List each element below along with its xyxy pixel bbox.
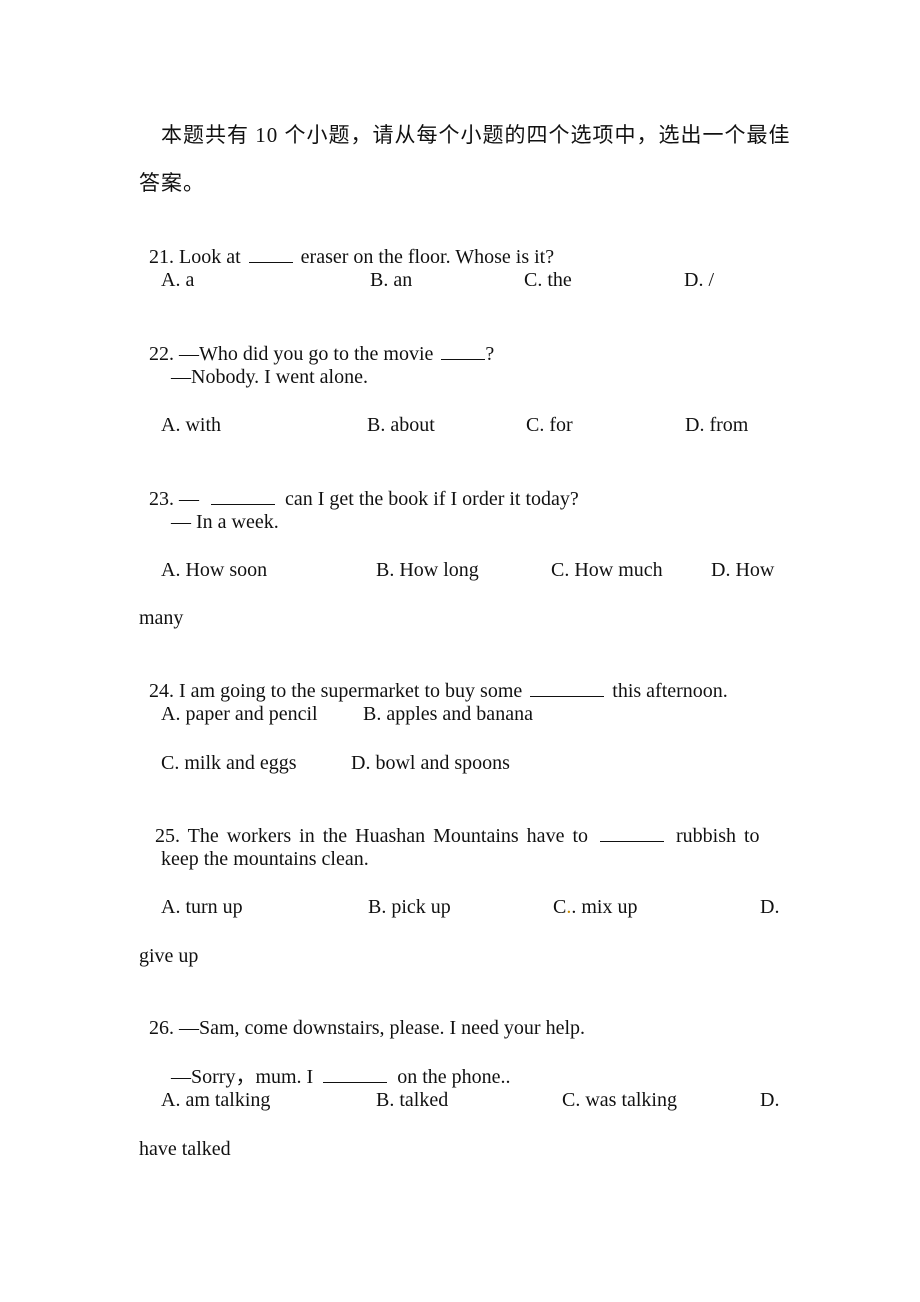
option-c: C.. mix up — [553, 895, 637, 919]
option-c: C. for — [526, 414, 573, 436]
answer-blank — [248, 244, 293, 263]
option-c: C. How much — [551, 559, 663, 581]
question-24-stem: 24. I am going to the supermarket to buy… — [139, 654, 728, 703]
option-a: A. paper and pencil — [161, 703, 318, 725]
option-c: C. was talking — [562, 1089, 677, 1111]
option-d: D. from — [685, 414, 749, 436]
instructions-line-1: 本题共有 10 个小题，请从每个小题的四个选项中，选出一个最佳 — [161, 123, 791, 147]
question-26-stem: 26. —Sam, come downstairs, please. I nee… — [139, 992, 585, 1040]
stem-text: eraser on the floor. Whose is it? — [300, 246, 555, 268]
question-22-reply: —Nobody. I went alone. — [171, 366, 368, 388]
question-25-stem-continued: keep the mountains clean. — [161, 848, 369, 870]
stem-text: —Sam, come downstairs, please. I need yo… — [179, 1017, 586, 1039]
question-number: 23. — [149, 488, 174, 510]
question-number: 24. — [149, 680, 174, 702]
answer-blank — [441, 341, 486, 360]
answer-blank — [323, 1064, 388, 1083]
option-a: A. with — [161, 414, 221, 436]
stem-text: can I get the book if I order it today? — [285, 488, 579, 510]
question-22-stem: 22. —Who did you go to the movie? — [139, 317, 494, 366]
option-text: . mix up — [571, 896, 638, 918]
option-b: B. an — [370, 269, 413, 291]
answer-blank — [211, 486, 275, 505]
option-d: D. — [760, 896, 780, 918]
option-d-continued: many — [139, 607, 184, 629]
question-23-stem: 23. — can I get the book if I order it to… — [139, 462, 579, 511]
question-21-stem: 21. Look at eraser on the floor. Whose is… — [139, 220, 554, 269]
option-d: D. bowl and spoons — [351, 752, 510, 774]
option-b: B. about — [367, 414, 435, 436]
answer-blank — [600, 823, 664, 842]
question-25-stem: 25. The workers in the Huashan Mountains… — [139, 799, 760, 848]
stem-text: Look at — [179, 246, 241, 268]
option-d: D. — [760, 1089, 780, 1111]
option-c: C. milk and eggs — [161, 752, 297, 774]
option-c: C. the — [524, 269, 572, 291]
question-number: 25. — [155, 825, 180, 847]
question-23-reply: — In a week. — [171, 511, 279, 533]
stem-text: I am going to the supermarket to buy som… — [179, 680, 523, 702]
reply-text: on the phone.. — [397, 1066, 511, 1088]
question-number: 22. — [149, 343, 174, 365]
option-a: A. How soon — [161, 559, 268, 581]
option-letter: C — [553, 896, 567, 918]
answer-blank — [530, 678, 605, 697]
question-26-reply: —Sorry，mum. I on the phone.. — [161, 1040, 511, 1089]
option-b: B. apples and banana — [363, 703, 533, 725]
option-a: A. am talking — [161, 1089, 271, 1111]
option-d: D. / — [684, 269, 714, 291]
stem-text: — — [179, 488, 199, 510]
question-number: 26. — [149, 1017, 174, 1039]
question-number: 21. — [149, 246, 174, 268]
option-b: B. How long — [376, 559, 479, 581]
stem-text: this afternoon. — [612, 680, 728, 702]
option-d: D. How — [711, 559, 775, 581]
instructions-line-2: 答案。 — [139, 171, 205, 195]
option-b: B. talked — [376, 1089, 449, 1111]
stem-text: The workers in the Huashan Mountains hav… — [187, 825, 588, 847]
stem-text: rubbish to — [676, 825, 760, 847]
option-d-continued: have talked — [139, 1138, 231, 1160]
reply-text: —Sorry，mum. I — [171, 1066, 314, 1088]
option-b: B. pick up — [368, 896, 451, 918]
option-a: A. turn up — [161, 896, 243, 918]
stem-text: —Who did you go to the movie — [179, 343, 434, 365]
option-d-continued: give up — [139, 945, 199, 967]
stem-text: ? — [485, 343, 495, 365]
option-a: A. a — [161, 269, 195, 291]
